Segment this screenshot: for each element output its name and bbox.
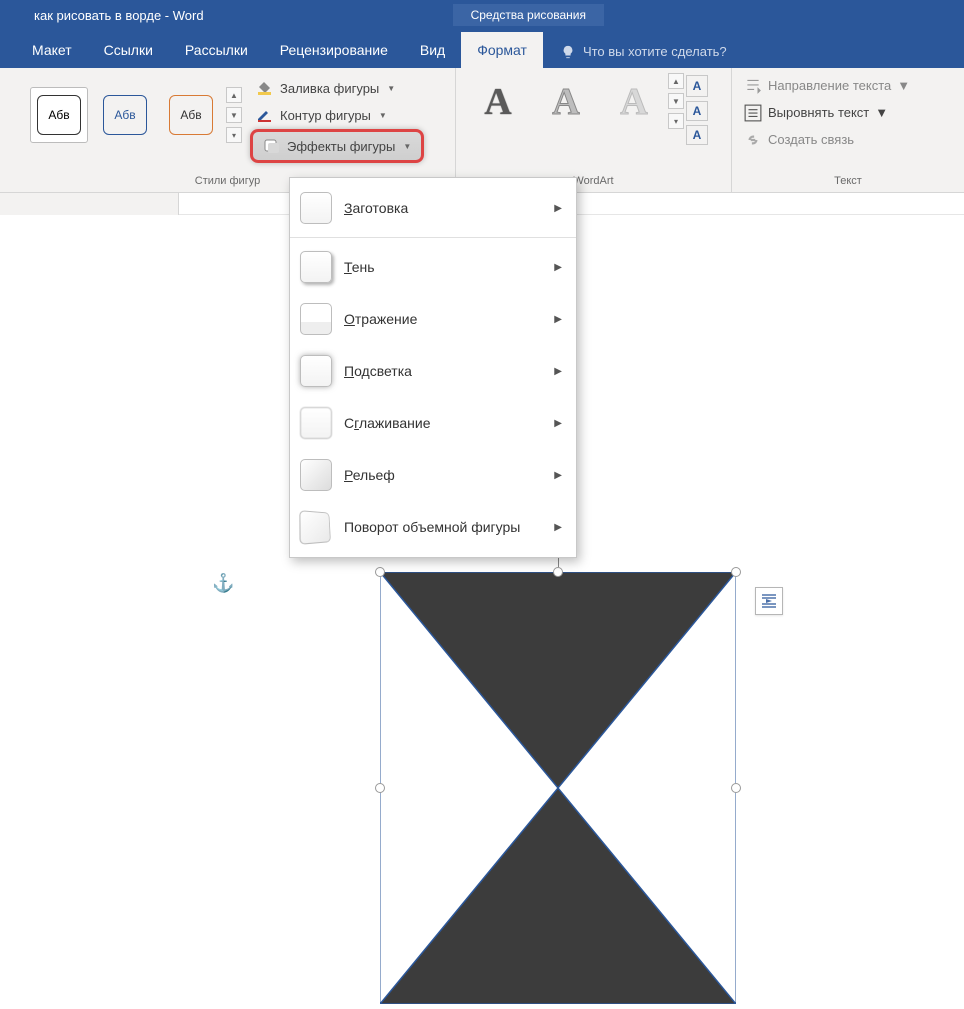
align-text-label: Выровнять текст — [768, 105, 869, 120]
shape-style-thumb-2[interactable]: Абв — [96, 87, 154, 143]
soft-edges-icon — [300, 407, 332, 439]
chevron-down-icon: ▼ — [379, 111, 387, 120]
shape-fill-label: Заливка фигуры — [280, 81, 379, 96]
tab-mailings[interactable]: Рассылки — [169, 32, 264, 68]
ribbon-tabs: Макет Ссылки Рассылки Рецензирование Вид… — [0, 30, 964, 68]
spinner-more-icon[interactable]: ▾ — [668, 113, 684, 129]
chevron-right-icon: ▶ — [554, 470, 562, 481]
tell-me-search[interactable]: Что вы хотите сделать? — [543, 44, 745, 68]
create-link-button[interactable]: Создать связь — [740, 127, 858, 151]
text-fill-button[interactable]: A — [686, 75, 708, 97]
layout-options-button[interactable] — [755, 587, 783, 615]
shape-effects-label: Эффекты фигуры — [287, 139, 395, 154]
glow-icon — [300, 355, 332, 387]
text-outline-button[interactable]: A — [686, 101, 708, 121]
resize-handle-tm[interactable] — [553, 567, 563, 577]
shape-style-thumb-3[interactable]: Абв — [162, 87, 220, 143]
fx-soft-edges[interactable]: Сглаживание ▶ — [290, 397, 576, 449]
chevron-right-icon: ▶ — [554, 262, 562, 273]
drawing-tools-context-label: Средства рисования — [453, 4, 604, 26]
resize-handle-mr[interactable] — [731, 783, 741, 793]
rotation-3d-icon — [299, 510, 331, 545]
fx-3d-rotation[interactable]: Поворот объемной фигуры ▶ — [290, 501, 576, 553]
text-direction-label: Направление текста — [768, 78, 891, 93]
text-effects-button[interactable]: A — [686, 125, 708, 145]
document-title: как рисовать в ворде - Word — [0, 8, 204, 23]
align-text-button[interactable]: Выровнять текст▼ — [740, 100, 892, 124]
selected-shape[interactable] — [380, 572, 736, 1004]
title-bar: как рисовать в ворде - Word Средства рис… — [0, 0, 964, 30]
shape-effects-menu: Заготовка ▶ Тень ▶ Отражение ▶ Подсветка… — [289, 177, 577, 558]
tab-layout[interactable]: Макет — [16, 32, 88, 68]
shape-fill-button[interactable]: Заливка фигуры ▼ — [250, 75, 424, 101]
group-label-text: Текст — [732, 172, 964, 192]
chevron-right-icon: ▶ — [554, 522, 562, 533]
spinner-down-icon[interactable]: ▼ — [226, 107, 242, 123]
chevron-right-icon: ▶ — [554, 203, 562, 214]
resize-handle-ml[interactable] — [375, 783, 385, 793]
shadow-icon — [300, 251, 332, 283]
tab-view[interactable]: Вид — [404, 32, 461, 68]
tab-review[interactable]: Рецензирование — [264, 32, 404, 68]
tab-format[interactable]: Формат — [461, 32, 543, 68]
wordart-style-3[interactable]: А — [602, 73, 666, 131]
tab-references[interactable]: Ссылки — [88, 32, 169, 68]
fx-shadow[interactable]: Тень ▶ — [290, 241, 576, 293]
spinner-up-icon[interactable]: ▲ — [668, 73, 684, 89]
wordart-style-2[interactable]: А — [534, 73, 598, 131]
layout-options-icon — [760, 592, 778, 610]
wordart-style-1[interactable]: А — [466, 73, 530, 131]
lightbulb-icon — [561, 45, 575, 59]
shape-style-sample: Абв — [37, 95, 81, 135]
text-direction-icon — [744, 77, 762, 93]
link-icon — [744, 131, 762, 147]
chevron-right-icon: ▶ — [554, 366, 562, 377]
chevron-down-icon: ▼ — [403, 142, 411, 151]
preset-icon — [300, 192, 332, 224]
pencil-icon — [256, 107, 274, 123]
reflection-icon — [300, 303, 332, 335]
object-anchor-icon: ⚓ — [212, 573, 234, 594]
spinner-down-icon[interactable]: ▼ — [668, 93, 684, 109]
bevel-icon — [300, 459, 332, 491]
fx-glow[interactable]: Подсветка ▶ — [290, 345, 576, 397]
shape-bowtie[interactable] — [380, 572, 736, 1004]
fx-reflection[interactable]: Отражение ▶ — [290, 293, 576, 345]
resize-handle-tr[interactable] — [731, 567, 741, 577]
ribbon: Абв Абв Абв ▲ ▼ ▾ — [0, 68, 964, 193]
tell-me-placeholder: Что вы хотите сделать? — [583, 44, 727, 59]
text-direction-button[interactable]: Направление текста▼ — [740, 73, 914, 97]
fx-bevel[interactable]: Рельеф ▶ — [290, 449, 576, 501]
create-link-label: Создать связь — [768, 132, 854, 147]
shape-style-gallery-spinner[interactable]: ▲ ▼ ▾ — [226, 87, 242, 143]
resize-handle-tl[interactable] — [375, 567, 385, 577]
chevron-down-icon: ▼ — [387, 84, 395, 93]
fx-preset[interactable]: Заготовка ▶ — [290, 182, 576, 234]
shape-outline-label: Контур фигуры — [280, 108, 371, 123]
shape-outline-button[interactable]: Контур фигуры ▼ — [250, 102, 424, 128]
spinner-up-icon[interactable]: ▲ — [226, 87, 242, 103]
shape-effects-button[interactable]: Эффекты фигуры ▼ — [250, 129, 424, 163]
shape-style-sample: Абв — [103, 95, 147, 135]
chevron-right-icon: ▶ — [554, 418, 562, 429]
shape-style-thumb-1[interactable]: Абв — [30, 87, 88, 143]
wordart-gallery-spinner[interactable]: ▲ ▼ ▾ — [668, 73, 684, 129]
effects-icon — [263, 138, 281, 154]
chevron-right-icon: ▶ — [554, 314, 562, 325]
shape-style-sample: Абв — [169, 95, 213, 135]
align-text-icon — [744, 104, 762, 120]
spinner-more-icon[interactable]: ▾ — [226, 127, 242, 143]
paint-bucket-icon — [256, 80, 274, 96]
